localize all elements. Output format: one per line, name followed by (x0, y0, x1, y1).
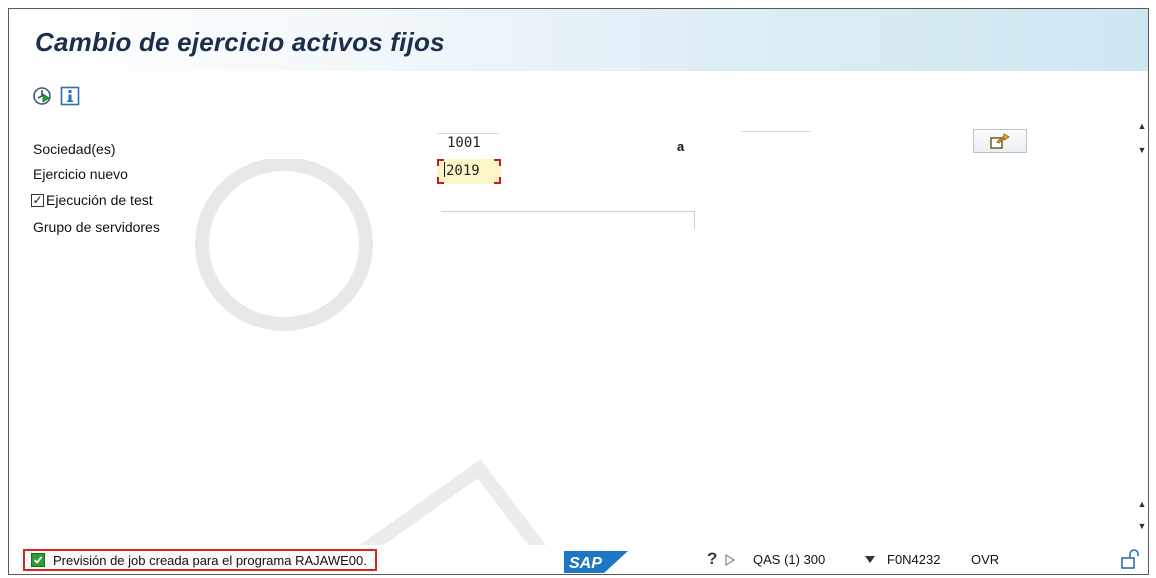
info-icon[interactable] (59, 85, 81, 107)
status-message-text: Previsión de job creada para el programa… (53, 552, 367, 568)
test-run-checkbox[interactable]: ✓ (31, 193, 44, 207)
sap-logo: SAP (564, 551, 628, 574)
ejercicio-label: Ejercicio nuevo (33, 166, 128, 182)
sociedad-from-input[interactable]: 1001 (437, 133, 499, 153)
unlock-icon[interactable] (1121, 549, 1139, 569)
test-run-label: Ejecución de test (46, 192, 153, 208)
sociedad-label: Sociedad(es) (33, 141, 116, 157)
application-toolbar (31, 83, 81, 109)
grupo-input[interactable] (441, 211, 695, 229)
scroll-up-bottom-icon[interactable]: ▲ (1137, 499, 1147, 509)
grupo-label: Grupo de servidores (33, 219, 160, 235)
range-to-label: a (677, 139, 685, 154)
title-bar: Cambio de ejercicio activos fijos (9, 9, 1148, 71)
system-info: QAS (1) 300 (753, 552, 826, 567)
sap-logo-text: SAP (569, 555, 602, 572)
scroll-up-icon[interactable]: ▲ (1137, 121, 1147, 131)
ejercicio-input[interactable]: 2019 (437, 159, 501, 184)
scroll-down-icon[interactable]: ▼ (1137, 145, 1147, 155)
status-bar: Previsión de job creada para el programa… (9, 545, 1148, 574)
insert-mode[interactable]: OVR (971, 552, 999, 567)
page-title: Cambio de ejercicio activos fijos (35, 27, 445, 57)
server-name: F0N4232 (887, 552, 941, 567)
execute-clock-icon[interactable] (31, 85, 53, 107)
expand-status-icon[interactable] (725, 554, 735, 566)
success-check-icon (31, 553, 45, 567)
multiple-selection-arrow-icon (990, 133, 1010, 149)
sociedad-to-input[interactable] (741, 131, 811, 151)
chevron-down-icon[interactable] (865, 556, 875, 563)
scroll-down-bottom-icon[interactable]: ▼ (1137, 521, 1147, 531)
sap-window: Cambio de ejercicio activos fijos Socied… (8, 8, 1149, 575)
test-run-row: ✓ Ejecución de test (31, 192, 153, 208)
text-cursor (444, 162, 445, 177)
help-icon[interactable]: ? (707, 549, 717, 569)
multiple-selection-button[interactable] (973, 129, 1027, 153)
ejercicio-value: 2019 (446, 163, 480, 179)
status-message[interactable]: Previsión de job creada para el programa… (23, 549, 377, 571)
